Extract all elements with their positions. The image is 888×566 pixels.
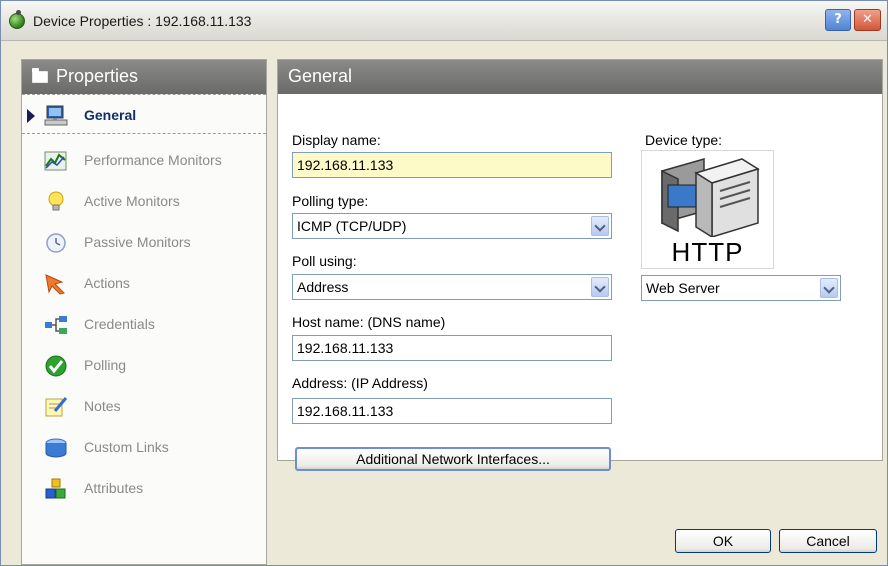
- device-type-image: HTTP: [641, 150, 774, 269]
- ok-button[interactable]: OK: [675, 529, 771, 553]
- chevron-down-icon[interactable]: [820, 278, 838, 298]
- sidebar-item-label: Passive Monitors: [84, 234, 191, 250]
- host-name-label: Host name: (DNS name): [292, 314, 446, 330]
- poll-using-value: Address: [297, 279, 349, 295]
- address-label: Address: (IP Address): [292, 375, 428, 391]
- host-name-input[interactable]: 192.168.11.133: [292, 335, 612, 361]
- additional-network-interfaces-button[interactable]: Additional Network Interfaces...: [295, 447, 611, 471]
- sidebar-item-label: Notes: [84, 398, 121, 414]
- panel-title: General: [288, 66, 353, 86]
- sidebar-item-attributes[interactable]: Attributes: [22, 468, 266, 508]
- cancel-button[interactable]: Cancel: [779, 529, 877, 553]
- sidebar-item-polling[interactable]: Polling: [22, 345, 266, 385]
- device-type-label: Device type:: [645, 132, 723, 148]
- chevron-down-icon[interactable]: [591, 216, 609, 236]
- selection-arrow-icon: [27, 109, 35, 123]
- address-input[interactable]: 192.168.11.133: [292, 398, 612, 424]
- sidebar-item-credentials[interactable]: Credentials: [22, 304, 266, 344]
- server-icon: [661, 158, 760, 239]
- folder-icon: [32, 68, 48, 83]
- chart-icon: [44, 151, 67, 171]
- sidebar-item-performance-monitors[interactable]: Performance Monitors: [22, 140, 266, 180]
- chevron-down-icon[interactable]: [591, 277, 609, 297]
- sidebar-item-label: Performance Monitors: [84, 152, 222, 168]
- polling-type-value: ICMP (TCP/UDP): [297, 218, 407, 234]
- sidebar-item-label: Credentials: [84, 316, 155, 332]
- display-name-label: Display name:: [292, 132, 381, 148]
- lightbulb-icon: [48, 191, 64, 211]
- sidebar-item-passive-monitors[interactable]: Passive Monitors: [22, 222, 266, 262]
- sidebar-title: Properties: [56, 66, 139, 86]
- poll-using-select[interactable]: Address: [292, 274, 612, 300]
- sidebar-item-actions[interactable]: Actions: [22, 263, 266, 303]
- display-name-input[interactable]: 192.168.11.133: [292, 152, 612, 178]
- sidebar-item-label: Active Monitors: [84, 193, 180, 209]
- title-bar[interactable]: Device Properties : 192.168.11.133 ? ✕: [1, 1, 887, 41]
- general-panel: General Display name: 192.168.11.133 Pol…: [277, 59, 883, 471]
- links-icon: [45, 438, 67, 458]
- device-type-image-text: HTTP: [671, 237, 744, 267]
- sidebar-item-label: Attributes: [84, 480, 144, 496]
- clock-icon: [46, 233, 66, 253]
- sidebar-item-active-monitors[interactable]: Active Monitors: [22, 181, 266, 221]
- sidebar-item-label: Actions: [84, 275, 130, 291]
- window-title: Device Properties : 192.168.11.133: [33, 13, 252, 29]
- poll-using-label: Poll using:: [292, 253, 357, 269]
- app-icon: [9, 10, 25, 29]
- blocks-icon: [45, 478, 66, 499]
- actions-icon: [45, 274, 65, 295]
- sidebar-item-label: General: [84, 107, 137, 123]
- computer-icon: [44, 105, 68, 126]
- device-properties-dialog: Device Properties : 192.168.11.133 ? ✕ P…: [0, 0, 888, 566]
- sidebar-item-custom-links[interactable]: Custom Links: [22, 427, 266, 467]
- sidebar-item-notes[interactable]: Notes: [22, 386, 266, 426]
- sidebar-item-label: Polling: [84, 357, 127, 373]
- sidebar-header: Properties: [22, 60, 266, 94]
- close-button[interactable]: ✕: [854, 9, 881, 31]
- sidebar-item-general[interactable]: General: [22, 94, 266, 134]
- device-type-select[interactable]: Web Server: [641, 275, 841, 301]
- sidebar-item-label: Custom Links: [84, 439, 169, 455]
- polling-type-select[interactable]: ICMP (TCP/UDP): [292, 213, 612, 239]
- checkmark-icon: [45, 355, 67, 377]
- properties-sidebar: Properties General Performance Monitors: [21, 59, 267, 565]
- panel-header: General: [278, 60, 882, 94]
- help-button[interactable]: ?: [825, 9, 851, 31]
- device-type-value: Web Server: [646, 280, 720, 296]
- network-icon: [45, 316, 67, 334]
- polling-type-label: Polling type:: [292, 193, 369, 209]
- notes-icon: [45, 397, 68, 417]
